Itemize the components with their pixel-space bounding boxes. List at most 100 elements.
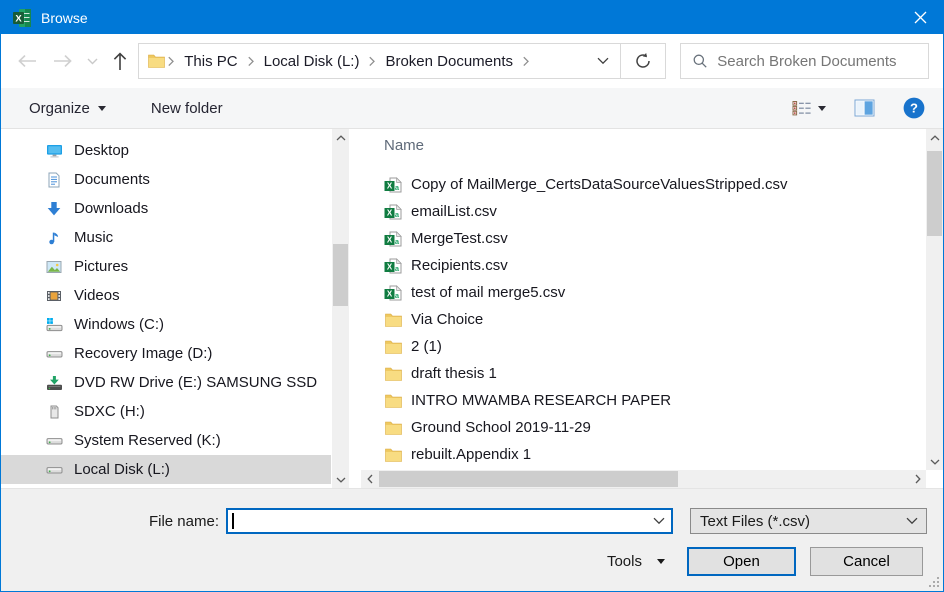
new-folder-button[interactable]: New folder [151,100,223,117]
sidebar-item[interactable]: DVD RW Drive (E:) SAMSUNG SSD [1,368,331,397]
back-arrow-icon [17,54,37,68]
back-button[interactable] [9,43,45,79]
file-row[interactable]: aX Copy of MailMerge_CertsDataSourceValu… [361,171,926,198]
sidebar-item[interactable]: Local Disk (L:) [1,455,331,484]
sidebar-item[interactable]: Desktop [1,136,331,165]
scroll-up-icon[interactable] [926,129,943,146]
file-row[interactable]: Via Choice [361,306,926,333]
up-button[interactable] [104,43,136,79]
downloads-icon [47,201,61,215]
svg-text:X: X [387,235,393,244]
name-column-header[interactable]: Name [361,129,926,162]
search-input[interactable] [717,52,917,70]
forward-button[interactable] [45,43,81,79]
dvd-drive-icon [46,375,62,390]
tools-caret-icon [657,559,665,564]
sd-card-icon [50,405,59,418]
file-name-label: MergeTest.csv [411,230,508,247]
sidebar-item[interactable]: Videos [1,281,331,310]
browse-dialog: X Browse This PC Local Disk (L:) Broken … [0,0,944,592]
file-type-dropdown-icon [900,517,924,525]
preview-pane-button[interactable] [854,99,875,117]
folder-icon [384,313,402,327]
search-box[interactable] [680,43,929,79]
file-row[interactable]: Ground School 2019-11-29 [361,414,926,441]
cancel-button[interactable]: Cancel [810,547,923,576]
address-bar[interactable]: This PC Local Disk (L:) Broken Documents [138,43,621,79]
breadcrumb-separator-icon[interactable] [245,56,257,67]
sidebar-item[interactable]: Pictures [1,252,331,281]
title-bar: X Browse [1,1,943,34]
file-name-label: 2 (1) [411,338,442,355]
open-button[interactable]: Open [687,547,796,576]
file-name-label: test of mail merge5.csv [411,284,566,301]
close-button[interactable] [897,1,943,34]
file-row[interactable]: rebuilt.Appendix 1 [361,441,926,468]
file-row[interactable]: INTRO MWAMBA RESEARCH PAPER [361,387,926,414]
navigation-bar: This PC Local Disk (L:) Broken Documents [1,34,943,88]
file-list-vertical-scrollbar[interactable] [926,129,943,470]
svg-text:X: X [387,289,393,298]
sidebar-item[interactable]: Documents [1,165,331,194]
scroll-up-icon[interactable] [332,129,349,146]
recent-locations-button[interactable] [81,43,105,79]
music-icon [49,232,59,244]
file-list-horizontal-scrollbar[interactable] [361,470,926,488]
breadcrumb-segment[interactable]: This PC [165,53,244,70]
file-row[interactable]: aX Recipients.csv [361,252,926,279]
csv-file-icon: aX [384,230,402,246]
address-dropdown-button[interactable] [590,57,616,65]
sidebar-item[interactable]: Recovery Image (D:) [1,339,331,368]
file-name-dropdown-icon[interactable] [647,517,671,525]
drive-icon [46,437,62,444]
scroll-left-icon[interactable] [361,470,378,488]
sidebar-item[interactable]: Windows (C:) [1,310,331,339]
file-name-combobox[interactable] [226,508,673,534]
sidebar-scrollbar[interactable] [332,129,349,488]
sidebar-item[interactable]: Music [1,223,331,252]
sidebar-item-label: Windows (C:) [74,316,165,333]
breadcrumb-segment[interactable]: Local Disk (L:) [245,53,367,70]
help-button[interactable]: ? [903,97,925,119]
tools-button[interactable]: Tools [607,553,665,570]
file-name-label: Copy of MailMerge_CertsDataSourceValuesS… [411,176,788,193]
svg-text:?: ? [910,101,918,116]
sidebar-item[interactable]: SDXC (H:) [1,397,331,426]
file-row[interactable]: aX test of mail merge5.csv [361,279,926,306]
organize-button[interactable]: Organize [29,100,106,117]
command-toolbar: Organize New folder ? [1,88,943,129]
breadcrumb-separator-icon[interactable] [520,56,532,67]
scroll-right-icon[interactable] [909,470,926,488]
forward-arrow-icon [53,54,73,68]
refresh-button[interactable] [620,43,667,79]
file-name-input[interactable] [228,510,647,532]
csv-file-icon: aX [384,203,402,219]
svg-text:X: X [387,208,393,217]
file-row[interactable]: draft thesis 1 [361,360,926,387]
scroll-down-icon[interactable] [926,453,943,470]
scrollbar-thumb[interactable] [333,244,348,306]
file-type-select[interactable]: Text Files (*.csv) [690,508,927,534]
scrollbar-thumb[interactable] [927,151,942,236]
organize-caret-icon [97,105,106,111]
breadcrumb-item: This PC [184,52,238,70]
file-row[interactable]: aX emailList.csv [361,198,926,225]
breadcrumb-segment[interactable]: Broken Documents [366,53,520,70]
file-row[interactable]: aX MergeTest.csv [361,225,926,252]
scroll-down-icon[interactable] [332,471,349,488]
dialog-footer: File name: Text Files (*.csv) Tools Open [1,488,943,591]
sidebar-item[interactable]: Downloads [1,194,331,223]
file-row[interactable]: 2 (1) [361,333,926,360]
refresh-icon [634,52,652,70]
change-view-button[interactable] [792,100,826,116]
file-list-pane: Name aX Copy of MailMerge_CertsDataSourc… [361,129,943,488]
folder-icon [384,448,402,462]
sidebar-item[interactable]: System Reserved (K:) [1,426,331,455]
scrollbar-thumb[interactable] [379,471,679,487]
organize-label: Organize [29,99,90,117]
breadcrumb-separator-icon[interactable] [165,56,177,67]
resize-grip[interactable] [929,577,940,588]
svg-text:X: X [15,13,22,24]
breadcrumb-separator-icon[interactable] [366,56,378,67]
windows-drive-icon [46,317,62,331]
